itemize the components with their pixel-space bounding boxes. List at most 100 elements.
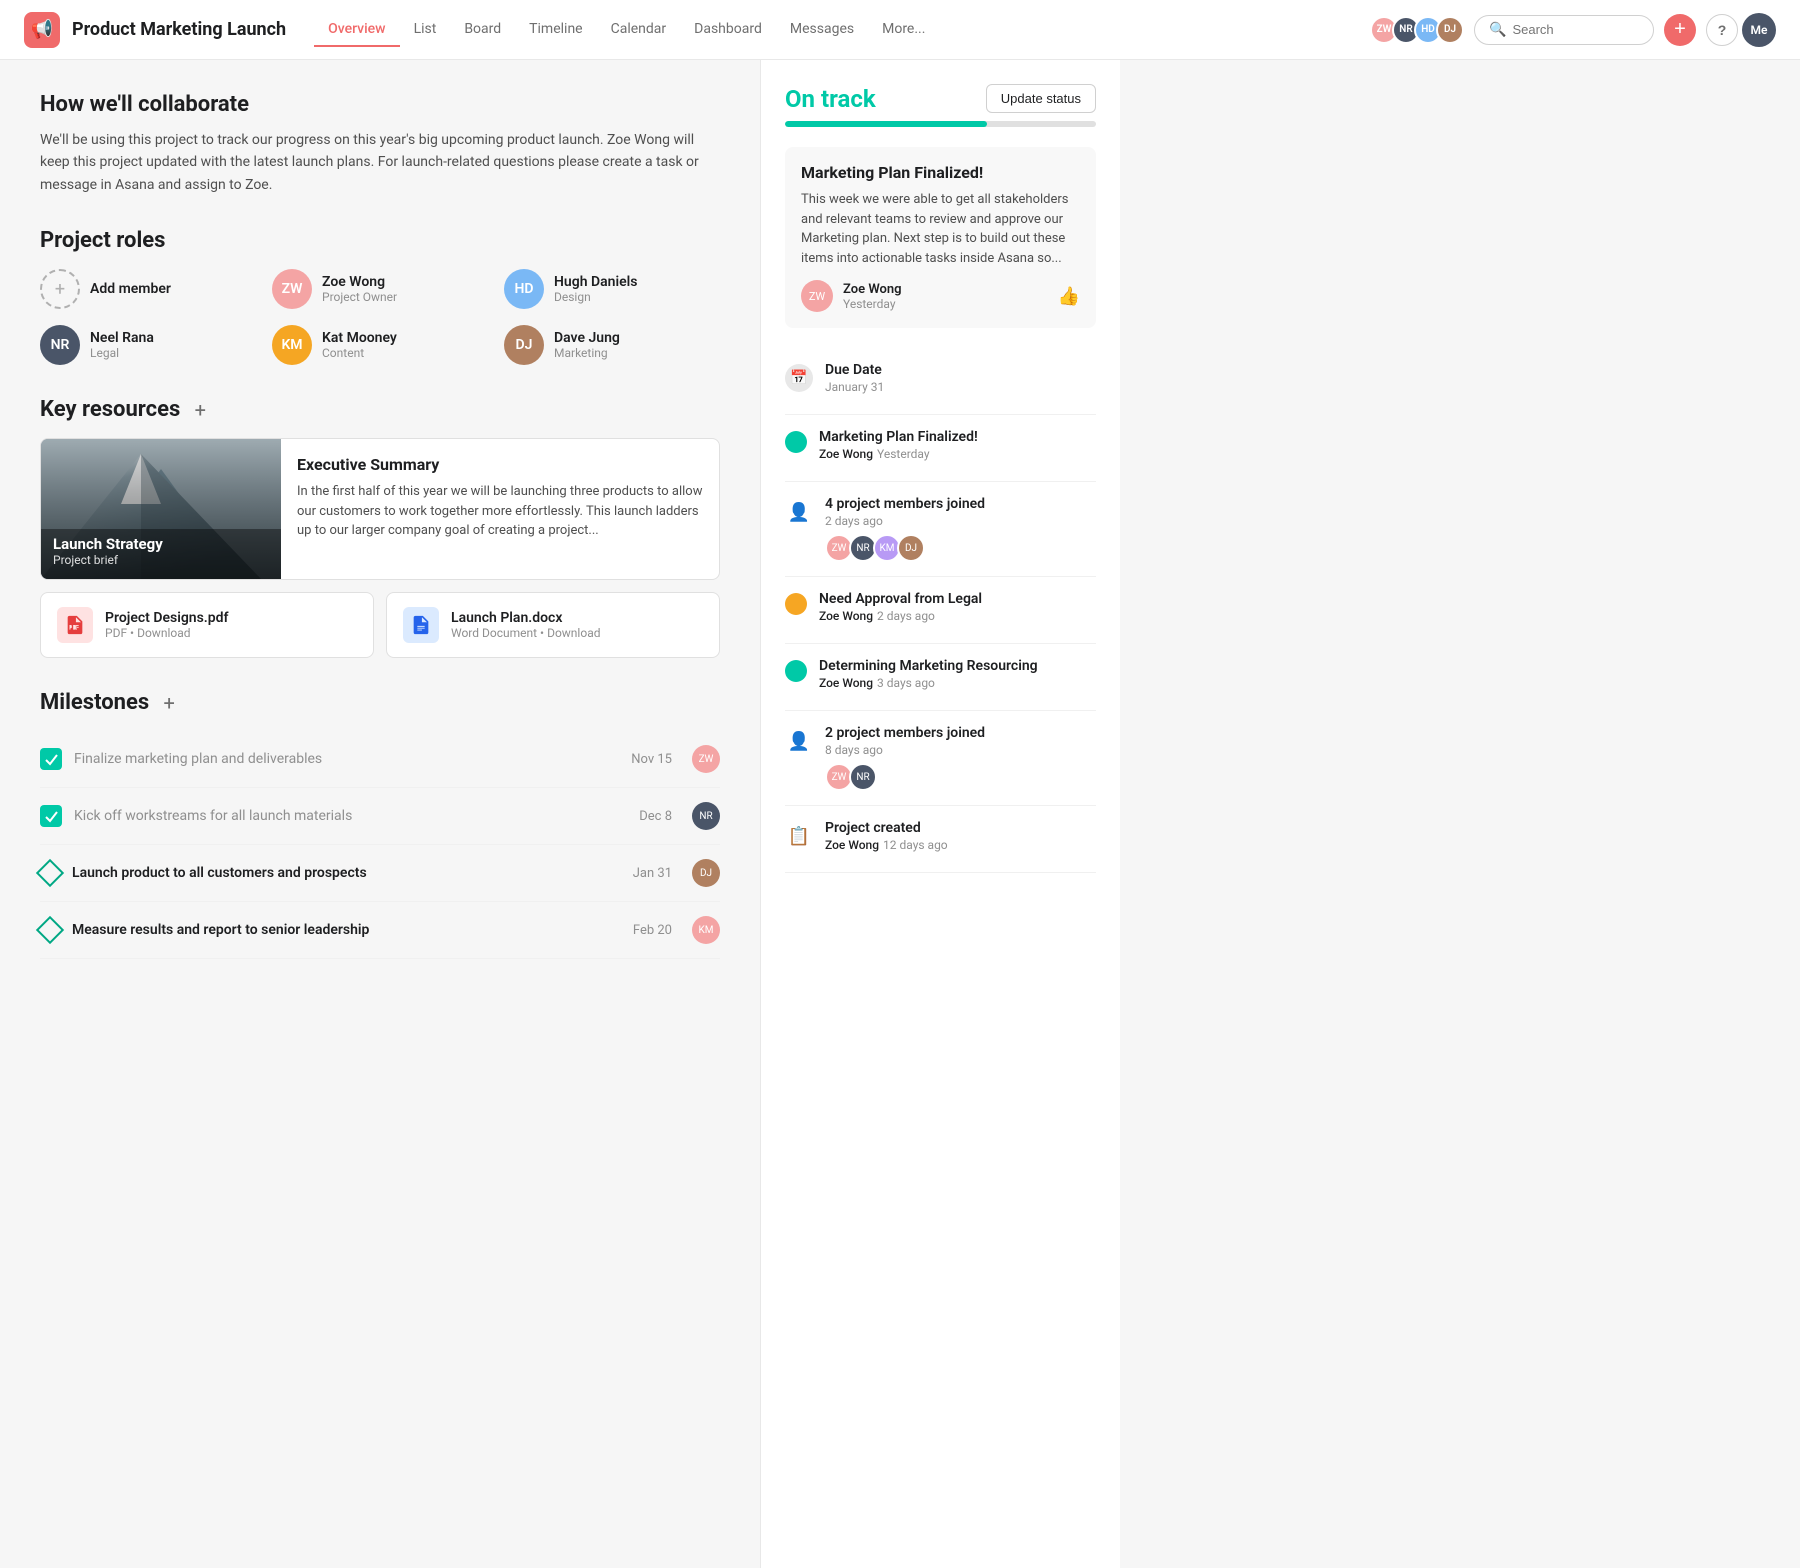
calendar-icon: 📅 (785, 364, 813, 392)
role-label-kat: Content (322, 346, 397, 360)
pdf-icon (57, 607, 93, 643)
activity-milestone-1: Marketing Plan Finalized! Zoe WongYester… (785, 415, 1096, 482)
avatar-kat: KM (272, 325, 312, 365)
approval-icon (785, 593, 807, 615)
mini-avatar: NR (849, 763, 877, 791)
content-area: How we'll collaborate We'll be using thi… (0, 60, 760, 1568)
activity-due-date-title: Due Date (825, 362, 1096, 378)
add-button[interactable]: + (1664, 14, 1696, 46)
search-bar[interactable]: 🔍 (1474, 15, 1654, 45)
activity-members-2-avatars: ZW NR (825, 763, 1096, 791)
avatar-hugh: HD (504, 269, 544, 309)
milestone-text-1: Finalize marketing plan and deliverables (74, 751, 619, 767)
user-avatar[interactable]: Me (1742, 13, 1776, 47)
key-resources-title: Key resources (40, 397, 180, 422)
status-title: On track (785, 85, 876, 113)
doc-filename: Launch Plan.docx (451, 610, 600, 626)
resource-label: Launch Strategy Project brief (53, 535, 269, 567)
header-right: ZW NR HD DJ 🔍 + ? Me (1370, 13, 1776, 47)
avatar-dave: DJ (504, 325, 544, 365)
resource-content: Executive Summary In the first half of t… (281, 439, 719, 579)
milestone-date-4: Feb 20 (633, 923, 672, 938)
like-button[interactable]: 👍 (1058, 286, 1080, 307)
update-card: Marketing Plan Finalized! This week we w… (785, 147, 1096, 328)
tab-more[interactable]: More... (868, 13, 939, 47)
project-title: Product Marketing Launch (72, 19, 286, 40)
add-member-item[interactable]: + Add member (40, 269, 256, 309)
role-label-neel: Legal (90, 346, 154, 360)
file-card-pdf[interactable]: Project Designs.pdf PDF • Download (40, 592, 374, 658)
milestone-date-3: Jan 31 (633, 866, 672, 881)
activity-created: 📋 Project created Zoe Wong12 days ago (785, 806, 1096, 873)
activity-milestone-1-meta: Zoe WongYesterday (819, 447, 1096, 461)
tab-timeline[interactable]: Timeline (515, 13, 596, 47)
milestone-item: Kick off workstreams for all launch mate… (40, 788, 720, 845)
avatar-neel: NR (40, 325, 80, 365)
activity-created-title: Project created (825, 820, 1096, 836)
tab-board[interactable]: Board (450, 13, 515, 47)
activity-resourcing: Determining Marketing Resourcing Zoe Won… (785, 644, 1096, 711)
update-card-title: Marketing Plan Finalized! (801, 163, 1080, 182)
mini-avatar: DJ (897, 534, 925, 562)
sidebar: On track Update status Marketing Plan Fi… (760, 60, 1120, 1568)
role-item-neel: NR Neel Rana Legal (40, 325, 256, 365)
update-author-info: Zoe Wong Yesterday (843, 282, 902, 311)
project-roles-title: Project roles (40, 228, 720, 253)
tab-messages[interactable]: Messages (776, 13, 868, 47)
activity-resourcing-meta: Zoe Wong3 days ago (819, 676, 1096, 690)
role-name-neel: Neel Rana (90, 330, 154, 346)
search-input[interactable] (1512, 22, 1639, 37)
header-left: 📢 Product Marketing Launch Overview List… (24, 12, 1370, 48)
activity-members-2-title: 2 project members joined (825, 725, 1096, 741)
activity-members-4-title: 4 project members joined (825, 496, 1096, 512)
milestone-icon-1 (785, 431, 807, 453)
key-resources-section: Key resources + (40, 397, 720, 658)
status-header: On track Update status (785, 84, 1096, 113)
status-container: On track Update status (785, 84, 1096, 127)
milestones-section: Milestones + Finalize marketing plan and… (40, 690, 720, 959)
milestone-check-done (40, 805, 62, 827)
update-status-button[interactable]: Update status (986, 84, 1096, 113)
key-resources-add-btn[interactable]: + (188, 398, 212, 422)
file-card-doc[interactable]: Launch Plan.docx Word Document • Downloa… (386, 592, 720, 658)
role-item-zoe: ZW Zoe Wong Project Owner (272, 269, 488, 309)
activity-created-meta: Zoe Wong12 days ago (825, 838, 1096, 852)
header: 📢 Product Marketing Launch Overview List… (0, 0, 1800, 60)
add-member-icon: + (40, 269, 80, 309)
update-author-name: Zoe Wong (843, 282, 902, 297)
doc-file-info: Launch Plan.docx Word Document • Downloa… (451, 610, 600, 640)
resource-image-title: Launch Strategy (53, 535, 269, 553)
collaborate-title: How we'll collaborate (40, 92, 720, 117)
progress-fill (785, 121, 987, 127)
tab-dashboard[interactable]: Dashboard (680, 13, 776, 47)
header-avatar-group: ZW NR HD DJ (1370, 16, 1464, 44)
milestone-avatar-1: ZW (692, 745, 720, 773)
main-resource-card[interactable]: Launch Strategy Project brief Executive … (40, 438, 720, 580)
activity-due-date-meta: January 31 (825, 380, 1096, 394)
tab-calendar[interactable]: Calendar (597, 13, 681, 47)
tab-overview[interactable]: Overview (314, 13, 399, 47)
main-layout: How we'll collaborate We'll be using thi… (0, 60, 1800, 1568)
tab-list[interactable]: List (400, 13, 451, 47)
collaborate-description: We'll be using this project to track our… (40, 129, 720, 196)
milestone-avatar-4: KM (692, 916, 720, 944)
role-label-zoe: Project Owner (322, 290, 397, 304)
members-2-icon: 👤 (785, 727, 813, 755)
role-item-dave: DJ Dave Jung Marketing (504, 325, 720, 365)
activity-feed: 📅 Due Date January 31 Marketing Plan Fin… (785, 348, 1096, 873)
avatar: DJ (1436, 16, 1464, 44)
activity-members-2-time: 8 days ago (825, 743, 1096, 757)
resource-content-title: Executive Summary (297, 455, 703, 474)
help-button[interactable]: ? (1706, 14, 1738, 46)
milestones-add-btn[interactable]: + (157, 691, 181, 715)
update-footer: ZW Zoe Wong Yesterday 👍 (801, 280, 1080, 312)
milestone-text-4: Measure results and report to senior lea… (72, 922, 621, 938)
milestone-item: Launch product to all customers and pros… (40, 845, 720, 902)
resourcing-icon (785, 660, 807, 682)
avatar-zoe: ZW (272, 269, 312, 309)
resource-image: Launch Strategy Project brief (41, 439, 281, 579)
update-card-text: This week we were able to get all stakeh… (801, 190, 1080, 268)
role-name-zoe: Zoe Wong (322, 274, 397, 290)
activity-approval: Need Approval from Legal Zoe Wong2 days … (785, 577, 1096, 644)
role-item-kat: KM Kat Mooney Content (272, 325, 488, 365)
